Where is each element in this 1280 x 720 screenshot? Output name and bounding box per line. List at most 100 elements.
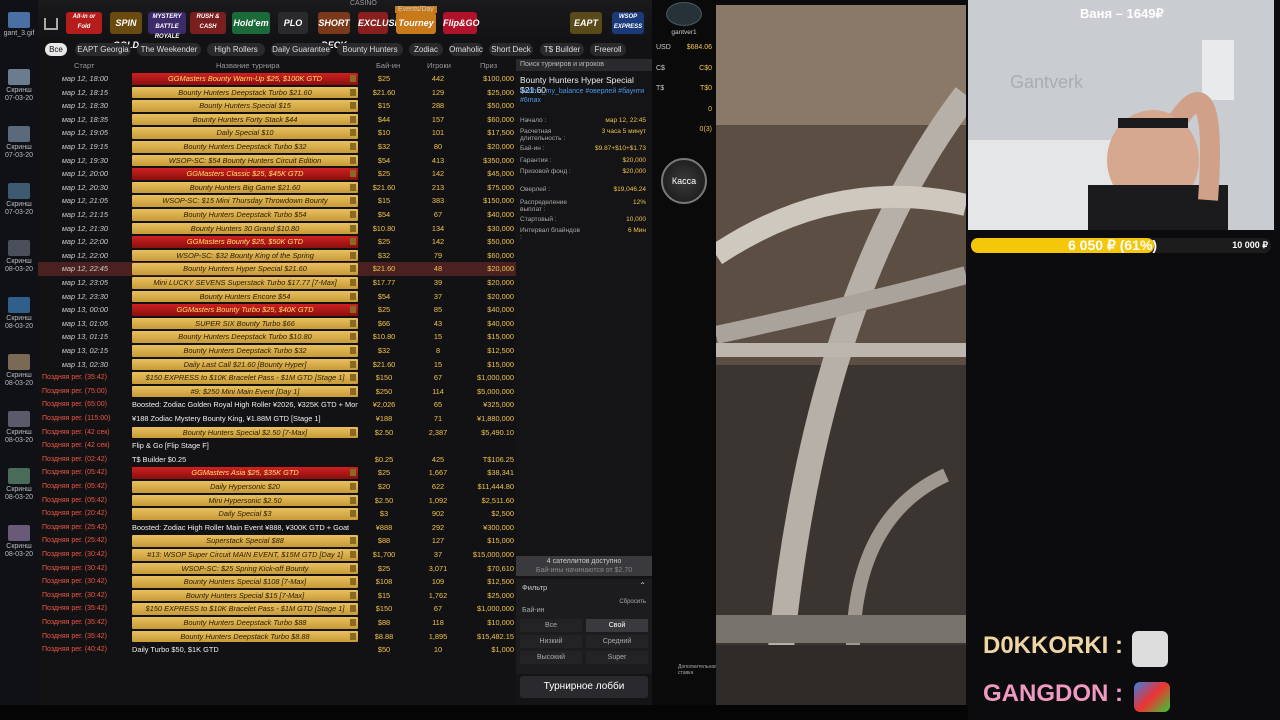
col-prize[interactable]: Приз [480, 61, 497, 70]
table-row[interactable]: Поздняя рег. (30:42) Bounty Hunters Speci… [38, 575, 516, 589]
desktop-file-icon[interactable]: gant_3.gif [2, 12, 36, 38]
brand-tab[interactable]: SPIN GOLD [110, 12, 142, 50]
table-row[interactable]: мар 12, 19:15 Bounty Hunters Deepstack Tu… [38, 140, 516, 154]
brand-tab[interactable]: Hold'em [232, 12, 270, 34]
table-row[interactable]: мар 13, 01:15 Bounty Hunters Deepstack Tu… [38, 330, 516, 344]
desktop-file-icon[interactable]: Скринш 08-03-20 [2, 468, 36, 502]
brand-tab[interactable]: EXCLUSIVE [358, 12, 409, 34]
table-row[interactable]: мар 13, 02:15 Bounty Hunters Deepstack Tu… [38, 344, 516, 358]
table-row[interactable]: Поздняя рег. (35:42) $150 EXPRESS to $10K… [38, 602, 516, 616]
table-row[interactable]: Поздняя рег. (05:42) GGMasters Asia $25, … [38, 466, 516, 480]
brand-tab[interactable]: All-in or Fold [66, 12, 102, 34]
table-row[interactable]: мар 12, 22:45 Bounty Hunters Hyper Specia… [38, 262, 516, 276]
table-row[interactable]: Поздняя рег. (30:42) WSOP-SC: $25 Spring … [38, 562, 516, 576]
extra-bet-label[interactable]: Дополнительная ставка [678, 664, 717, 676]
buyin-filter-button[interactable]: Высокий [520, 651, 582, 664]
avatar[interactable] [666, 2, 702, 26]
table-row[interactable]: Поздняя рег. (30:42) #13: WSOP Super Circ… [38, 548, 516, 562]
chevron-right-icon [350, 319, 356, 327]
col-name[interactable]: Название турнира [216, 61, 280, 70]
col-start[interactable]: Старт [74, 61, 94, 70]
filter-title[interactable]: Фильтр [522, 583, 547, 592]
table-row[interactable]: мар 12, 20:00 GGMasters Classic $25, $45K… [38, 167, 516, 181]
table-row[interactable]: мар 13, 00:00 GGMasters Bounty Turbo $25,… [38, 303, 516, 317]
table-row[interactable]: мар 12, 19:05 Daily Special $10 $10 101 $17,… [38, 126, 516, 140]
filter-chip[interactable]: EAPT Georgia [75, 43, 131, 56]
table-row[interactable]: Поздняя рег. (42 сек) Bounty Hunters Spec… [38, 426, 516, 440]
table-row[interactable]: Поздняя рег. (75:00) #9: $250 Mini Main E… [38, 385, 516, 399]
reset-button[interactable]: Сбросить [619, 599, 646, 605]
search-input[interactable]: Поиск турниров и игроков [516, 59, 652, 71]
table-row[interactable]: мар 12, 18:00 GGMasters Bounty Warm-Up $2… [38, 72, 516, 86]
table-row[interactable]: Поздняя рег. (25:42) Boosted: Zodiac High… [38, 521, 516, 535]
table-row[interactable]: мар 12, 23:05 Mini LUCKY SEVENS Superstac… [38, 276, 516, 290]
brand-tab[interactable]: MYSTERY BATTLE ROYALE [148, 12, 186, 40]
buyin-filter-button[interactable]: Свой [586, 619, 648, 632]
brand-tab[interactable]: EAPT [570, 12, 602, 34]
cashier-button[interactable]: Касса [661, 158, 707, 204]
filter-chip[interactable]: Все [45, 43, 67, 56]
filter-chip[interactable]: High Rollers [207, 43, 265, 56]
table-row[interactable]: Поздняя рег. (02:42) T$ Builder $0.25 $0.2… [38, 453, 516, 467]
table-row[interactable]: мар 13, 02:30 Daily Last Call $21.60 [Bou… [38, 358, 516, 372]
table-row[interactable]: мар 13, 01:05 SUPER SIX Bounty Turbo $66 $… [38, 317, 516, 331]
desktop-file-icon[interactable]: Скринш 08-03-20 [2, 240, 36, 274]
table-row[interactable]: Поздняя рег. (05:42) Daily Hypersonic $20… [38, 480, 516, 494]
brand-tab[interactable]: SHORT DECK [318, 12, 350, 50]
buyin-filter-button[interactable]: Низкий [520, 635, 582, 648]
table-row[interactable]: мар 12, 18:15 Bounty Hunters Deepstack Tu… [38, 86, 516, 100]
table-row[interactable]: Поздняя рег. (30:42) Bounty Hunters Speci… [38, 589, 516, 603]
table-row[interactable]: мар 12, 21:30 Bounty Hunters 30 Grand $10… [38, 222, 516, 236]
satellites-box[interactable]: 4 сателлитов доступно Бай-ины начинаются… [516, 556, 652, 576]
desktop-file-icon[interactable]: Скринш 08-03-20 [2, 354, 36, 388]
filter-chip[interactable]: Zodiac [409, 43, 443, 56]
col-buyin[interactable]: Бай-ин [376, 61, 400, 70]
table-row[interactable]: мар 12, 20:30 Bounty Hunters Big Game $21… [38, 181, 516, 195]
table-row[interactable]: мар 12, 22:00 WSOP-SC: $32 Bounty King of… [38, 249, 516, 263]
table-row[interactable]: мар 12, 23:30 Bounty Hunters Encore $54 $5… [38, 290, 516, 304]
table-row[interactable]: мар 12, 22:00 GGMasters Bounty $25, $50K … [38, 235, 516, 249]
filter-chip[interactable]: The Weekender [137, 43, 201, 56]
tournament-lobby-button[interactable]: Турнирное лобби [520, 676, 648, 698]
table-row[interactable]: Поздняя рег. (115:00) ¥188 Zodiac Mystery… [38, 412, 516, 426]
buyin-filter-button[interactable]: Super [586, 651, 648, 664]
brand-tab[interactable]: PLO [278, 12, 308, 34]
players-value: 109 [431, 577, 445, 587]
table-row[interactable]: Поздняя рег. (40:42) Daily Turbo $50, $1K… [38, 643, 516, 657]
desktop-file-icon[interactable]: Скринш 07-03-20 [2, 126, 36, 160]
filter-chip[interactable]: Freeroll [590, 43, 626, 56]
desktop-file-icon[interactable]: Скринш 08-03-20 [2, 525, 36, 559]
filter-chip[interactable]: Omaholic [449, 43, 483, 56]
table-row[interactable]: Поздняя рег. (65:00) Boosted: Zodiac Gold… [38, 398, 516, 412]
table-row[interactable]: мар 12, 18:35 Bounty Hunters Forty Stack … [38, 113, 516, 127]
table-row[interactable]: мар 12, 21:05 WSOP-SC: $15 Mini Thursday … [38, 194, 516, 208]
filter-chip[interactable]: Bounty Hunters [337, 43, 403, 56]
brand-tab[interactable]: WSOP EXPRESS [612, 12, 644, 34]
chevron-up-icon[interactable]: ⌃ [639, 581, 646, 590]
buyin-filter-button[interactable]: Все [520, 619, 582, 632]
table-row[interactable]: Поздняя рег. (35:42) Bounty Hunters Deeps… [38, 630, 516, 644]
filter-chip[interactable]: Daily Guarantee [271, 43, 331, 56]
table-row[interactable]: Поздняя рег. (35:42) $150 EXPRESS to $10K… [38, 371, 516, 385]
buyin-filter-button[interactable]: Средний [586, 635, 648, 648]
filter-chip[interactable]: T$ Builder [540, 43, 584, 56]
table-row[interactable]: Поздняя рег. (25:42) Superstack Special $… [38, 534, 516, 548]
table-row[interactable]: мар 12, 18:30 Bounty Hunters Special $15 $… [38, 99, 516, 113]
filter-chip[interactable]: Short Deck [489, 43, 533, 56]
desktop-file-icon[interactable]: Скринш 07-03-20 [2, 69, 36, 103]
brand-tab[interactable]: Flip&GO [443, 12, 480, 34]
brand-tab[interactable]: Tourney [396, 12, 436, 34]
table-row[interactable]: мар 12, 19:30 WSOP-SC: $54 Bounty Hunters… [38, 154, 516, 168]
desktop-file-icon[interactable]: Скринш 07-03-20 [2, 183, 36, 217]
col-players[interactable]: Игроки [427, 61, 451, 70]
table-row[interactable]: Поздняя рег. (35:42) Bounty Hunters Deeps… [38, 616, 516, 630]
table-row[interactable]: Поздняя рег. (42 сек) Flip & Go [Flip Sta… [38, 439, 516, 453]
table-row[interactable]: мар 12, 21:15 Bounty Hunters Deepstack Tu… [38, 208, 516, 222]
table-row[interactable]: Поздняя рег. (20:42) Daily Special $3 $3 90… [38, 507, 516, 521]
desktop-file-icon[interactable]: Скринш 08-03-20 [2, 411, 36, 445]
table-row[interactable]: Поздняя рег. (05:42) Mini Hypersonic $2.5… [38, 494, 516, 508]
home-icon[interactable] [44, 18, 58, 30]
desktop-file-icon[interactable]: Скринш 08-03-20 [2, 297, 36, 331]
prize-value: $2,500 [491, 509, 514, 519]
brand-tab[interactable]: RUSH & CASH [190, 12, 226, 34]
